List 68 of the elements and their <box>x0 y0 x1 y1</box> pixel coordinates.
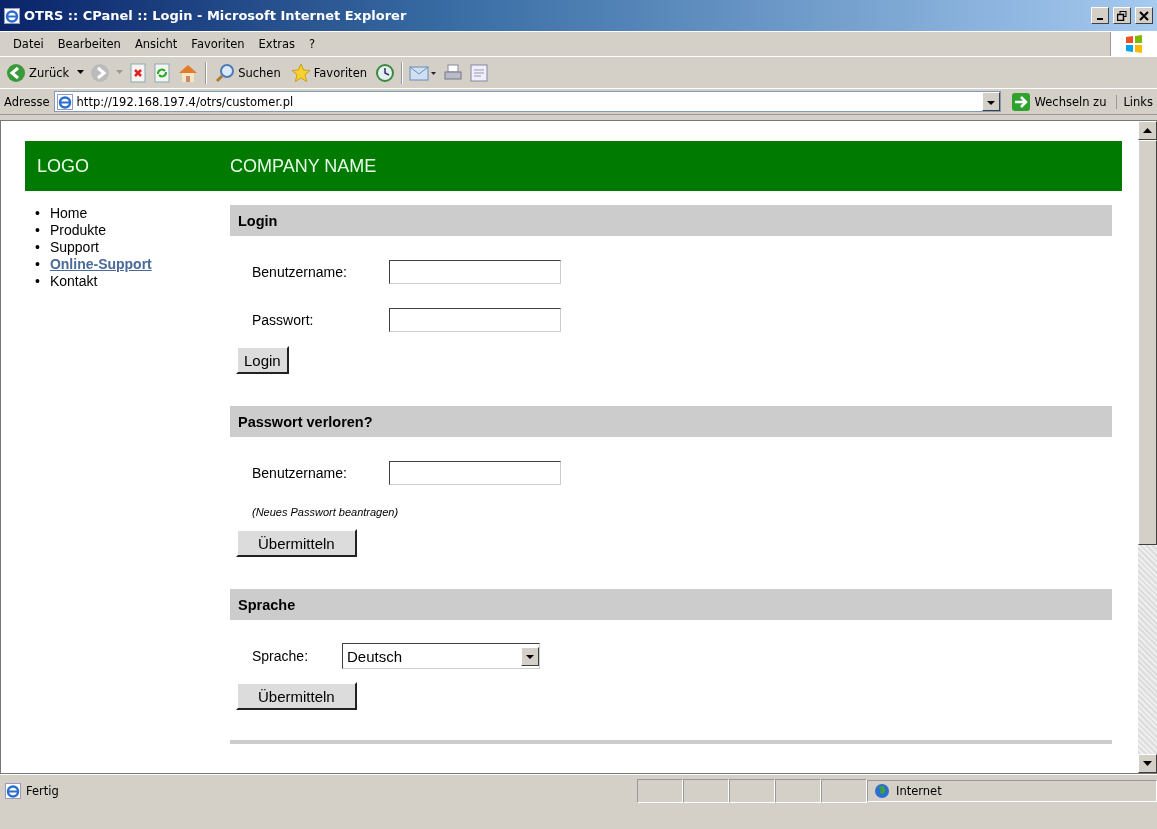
go-button[interactable]: Wechseln zu <box>1004 91 1113 112</box>
menu-item[interactable]: Ansicht <box>127 35 185 53</box>
windows-flag-icon <box>1124 34 1144 54</box>
field-label: Passwort: <box>252 312 315 328</box>
links-toolbar[interactable]: Links <box>1116 94 1153 109</box>
menu-item[interactable]: Datei <box>6 35 51 53</box>
scrollbar[interactable] <box>1138 121 1157 773</box>
refresh-icon[interactable] <box>153 62 172 83</box>
submit-button[interactable]: Login <box>236 346 289 374</box>
field-label: Benutzername: <box>252 264 348 280</box>
page-icon <box>56 93 73 110</box>
nav-link[interactable]: Support <box>49 239 99 256</box>
bullet: • <box>35 256 40 273</box>
section-header: Login <box>230 205 1112 236</box>
browser-icon <box>4 7 20 24</box>
menu-item[interactable]: ? <box>301 35 323 53</box>
field-label: Benutzername: <box>252 465 348 481</box>
bullet: • <box>35 205 40 222</box>
status-pane <box>683 778 729 803</box>
search-icon[interactable] <box>215 62 236 83</box>
bullet: • <box>35 239 40 256</box>
address-field[interactable]: http://192.168.197.4/otrs/customer.pl <box>53 91 1001 112</box>
address-label: Adresse <box>4 94 50 109</box>
input-field[interactable] <box>389 308 561 332</box>
minimize-button[interactable] <box>1091 7 1109 24</box>
status-pane <box>775 778 821 803</box>
language-dropdown[interactable]: Deutsch <box>342 643 540 669</box>
minimize-icon <box>1097 17 1103 20</box>
scroll-down-icon[interactable] <box>1143 761 1152 766</box>
printer-icon[interactable] <box>443 62 463 83</box>
nav-link[interactable]: Home <box>49 205 88 222</box>
status-text: Fertig <box>26 783 59 798</box>
submit-button[interactable]: Übermitteln <box>236 682 357 710</box>
menu-item[interactable]: Extras <box>251 35 302 53</box>
page-icon <box>5 782 21 799</box>
nav-link[interactable]: Kontakt <box>49 273 98 290</box>
nav-link[interactable]: Online-Support <box>49 256 152 273</box>
toolbar-button[interactable]: Zurück <box>4 60 72 85</box>
close-icon <box>1139 10 1149 21</box>
nav-link[interactable]: Produkte <box>49 222 106 239</box>
input-field[interactable] <box>389 461 561 485</box>
section-header: Passwort verloren? <box>230 406 1112 437</box>
zone-text: Internet <box>896 783 942 798</box>
window-title: OTRS :: CPanel :: Login - Microsoft Internet Explorer <box>24 8 408 23</box>
input-field[interactable] <box>389 260 561 284</box>
globe-icon <box>874 782 890 799</box>
close-button[interactable] <box>1135 7 1153 24</box>
star-icon[interactable] <box>290 62 311 83</box>
menu-item[interactable]: Bearbeiten <box>50 35 128 53</box>
status-pane <box>637 778 683 803</box>
dropdown-arrow-icon[interactable] <box>77 70 85 75</box>
menu-item[interactable]: Favoriten <box>184 35 252 53</box>
status-pane <box>729 778 775 803</box>
stop-icon[interactable] <box>129 62 148 83</box>
company-name: COMPANY NAME <box>230 155 377 177</box>
bullet: • <box>35 273 40 290</box>
section-header: Sprache <box>230 589 1112 620</box>
restore-button[interactable] <box>1113 7 1131 24</box>
bullet: • <box>35 222 40 239</box>
hint-text: (Neues Passwort beantragen) <box>252 506 399 518</box>
toolbar-button[interactable]: Suchen <box>213 60 283 85</box>
toolbar-button[interactable]: Favoriten <box>288 60 369 85</box>
submit-button[interactable]: Übermitteln <box>236 529 357 557</box>
restore-icon <box>1117 10 1127 21</box>
scroll-up-icon[interactable] <box>1143 128 1152 133</box>
logo-text: LOGO <box>36 155 90 177</box>
history-icon[interactable] <box>375 62 395 83</box>
field-label: Sprache: <box>252 648 310 664</box>
